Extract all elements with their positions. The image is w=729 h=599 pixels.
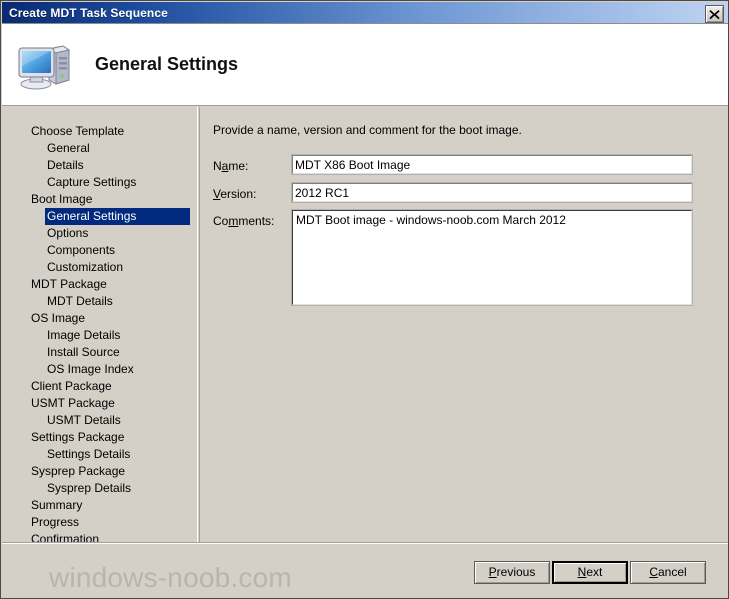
sidebar-item-sysprep-package[interactable]: Sysprep Package — [2, 463, 197, 480]
close-button[interactable] — [705, 5, 724, 23]
name-input[interactable] — [291, 154, 693, 175]
comments-textarea[interactable] — [291, 209, 693, 306]
sidebar-item-capture-settings[interactable]: Capture Settings — [2, 174, 197, 191]
sidebar-item-summary[interactable]: Summary — [2, 497, 197, 514]
sidebar-item-usmt-package[interactable]: USMT Package — [2, 395, 197, 412]
sidebar-item-mdt-package[interactable]: MDT Package — [2, 276, 197, 293]
wizard-header: General Settings — [2, 24, 728, 106]
sidebar-item-client-package[interactable]: Client Package — [2, 378, 197, 395]
name-label: Name: — [213, 159, 249, 173]
sidebar-item-usmt-details[interactable]: USMT Details — [2, 412, 197, 429]
instruction-text: Provide a name, version and comment for … — [213, 123, 522, 137]
sidebar-item-details[interactable]: Details — [2, 157, 197, 174]
sidebar-item-image-details[interactable]: Image Details — [2, 327, 197, 344]
comments-label: Comments: — [213, 214, 275, 228]
dialog-body: Choose Template General Details Capture … — [2, 107, 728, 546]
previous-button[interactable]: Previous — [474, 561, 550, 584]
sidebar-item-general[interactable]: General — [2, 140, 197, 157]
cancel-button[interactable]: Cancel — [630, 561, 706, 584]
version-label: Version: — [213, 187, 257, 201]
version-input[interactable] — [291, 182, 693, 203]
title-bar: Create MDT Task Sequence — [2, 2, 728, 24]
sidebar-item-settings-package[interactable]: Settings Package — [2, 429, 197, 446]
sidebar-item-install-source[interactable]: Install Source — [2, 344, 197, 361]
content-pane: Provide a name, version and comment for … — [200, 107, 728, 542]
sidebar-item-os-image[interactable]: OS Image — [2, 310, 197, 327]
computer-icon — [16, 39, 74, 91]
window-title: Create MDT Task Sequence — [9, 5, 168, 20]
sidebar-item-components[interactable]: Components — [2, 242, 197, 259]
sidebar-item-progress[interactable]: Progress — [2, 514, 197, 531]
sidebar-item-options[interactable]: Options — [2, 225, 197, 242]
sidebar-item-os-image-index[interactable]: OS Image Index — [2, 361, 197, 378]
sidebar-item-general-settings[interactable]: General Settings — [45, 208, 190, 225]
wizard-step-list: Choose Template General Details Capture … — [2, 107, 198, 546]
create-mdt-task-sequence-dialog: Create MDT Task Sequence General Setting… — [0, 0, 729, 599]
close-icon — [709, 9, 720, 20]
sidebar-item-settings-details[interactable]: Settings Details — [2, 446, 197, 463]
sidebar-item-choose-template[interactable]: Choose Template — [2, 123, 197, 140]
sidebar-item-boot-image[interactable]: Boot Image — [2, 191, 197, 208]
dialog-footer: windows-noob.com Previous Next Cancel — [2, 544, 728, 598]
watermark-text: windows-noob.com — [49, 562, 292, 593]
next-button[interactable]: Next — [552, 561, 628, 584]
sidebar-item-mdt-details[interactable]: MDT Details — [2, 293, 197, 310]
sidebar-item-customization[interactable]: Customization — [2, 259, 197, 276]
page-title: General Settings — [95, 54, 239, 74]
sidebar-item-sysprep-details[interactable]: Sysprep Details — [2, 480, 197, 497]
